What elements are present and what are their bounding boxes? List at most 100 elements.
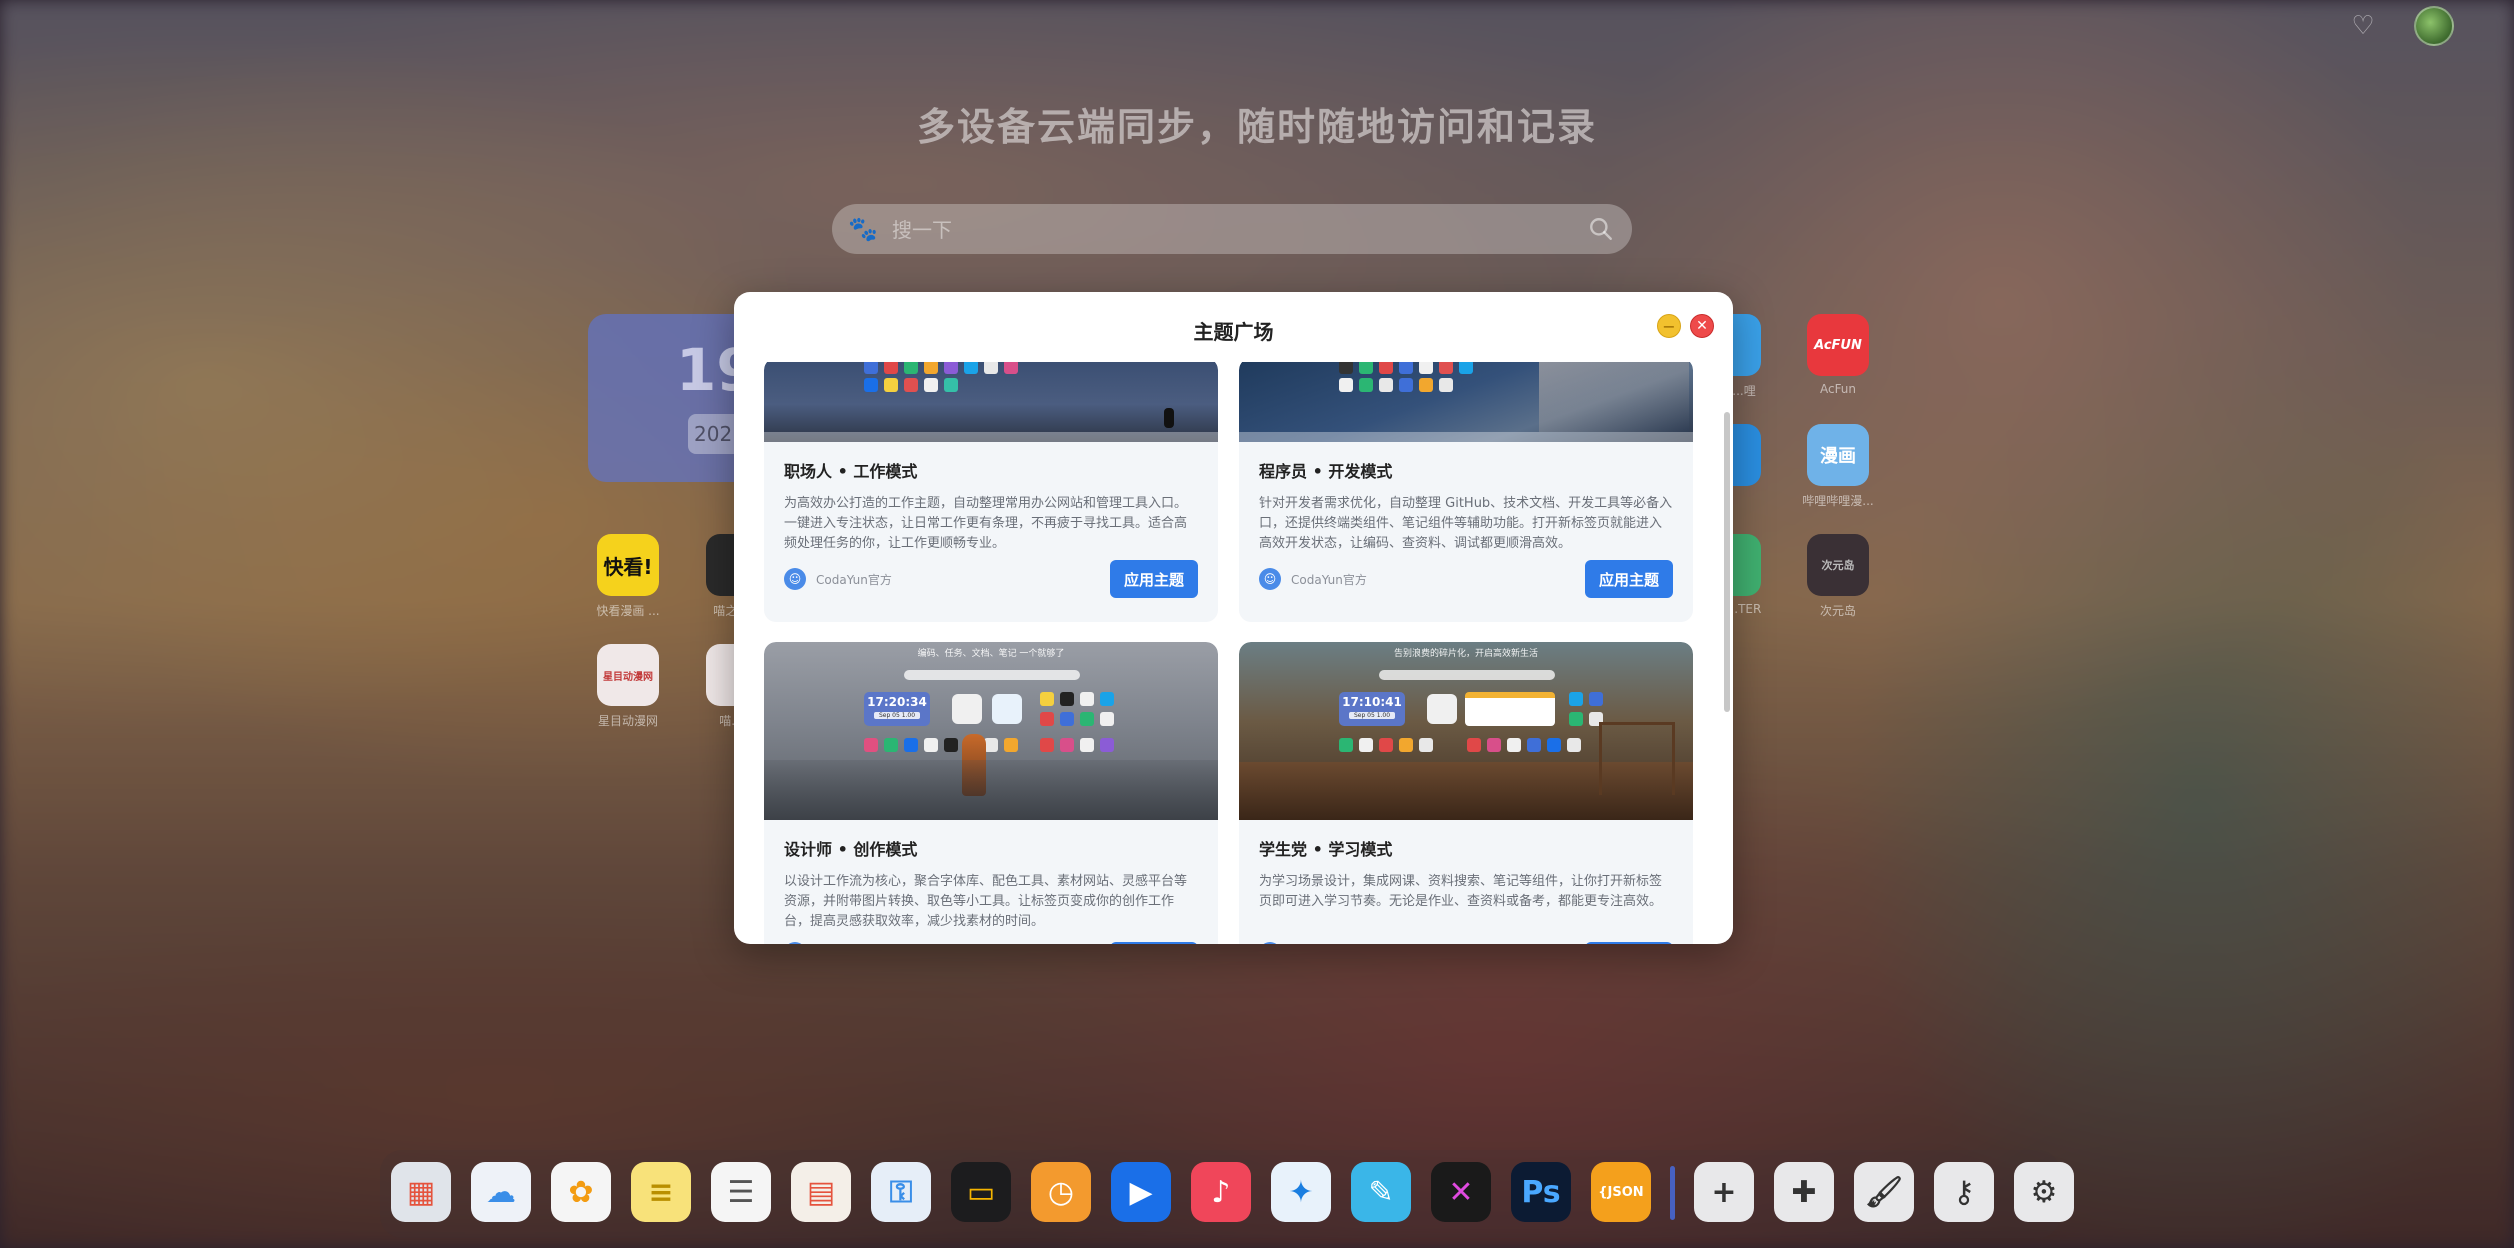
passwords-icon[interactable]: ⚿ xyxy=(871,1162,931,1222)
clock-app-icon[interactable]: ◷ xyxy=(1031,1162,1091,1222)
preview-app-icon xyxy=(1399,738,1413,752)
lock-icon[interactable]: ⚷ xyxy=(1934,1162,1994,1222)
page-headline: 多设备云端同步，随时随地访问和记录 xyxy=(916,105,1597,149)
json-icon[interactable]: {JSON xyxy=(1591,1162,1651,1222)
photos-icon[interactable]: ✿ xyxy=(551,1162,611,1222)
theme-preview-image[interactable] xyxy=(764,362,1218,442)
author-avatar-icon: ☺ xyxy=(784,568,806,590)
app-tile-xingmu[interactable]: 星目动漫网 星目动漫网 xyxy=(596,644,660,729)
preview-app-icon xyxy=(1100,738,1114,752)
preview-app-icon xyxy=(1379,738,1393,752)
preview-app-icon xyxy=(1569,692,1583,706)
plugins-icon[interactable]: ✚ xyxy=(1774,1162,1834,1222)
minus-icon: − xyxy=(1662,316,1676,336)
preview-app-icon xyxy=(864,378,878,392)
apply-theme-button[interactable] xyxy=(1585,942,1673,944)
preview-app-icon xyxy=(1040,692,1054,706)
freeform-icon[interactable]: ✎ xyxy=(1351,1162,1411,1222)
settings-icon[interactable]: ⚙ xyxy=(2014,1162,2074,1222)
app-tile-partial-right[interactable] xyxy=(1732,424,1762,486)
app-icon xyxy=(1733,424,1761,486)
preview-app-icon xyxy=(944,378,958,392)
theme-description: 为学习场景设计，集成网课、资料搜索、笔记等组件，让你打开新标签页即可进入学习节奏… xyxy=(1259,874,1663,909)
apply-theme-button[interactable] xyxy=(1110,942,1198,944)
preview-app-icon xyxy=(1427,694,1457,724)
safari-icon[interactable]: ✦ xyxy=(1271,1162,1331,1222)
preview-chair xyxy=(1599,722,1675,795)
add-icon[interactable]: + xyxy=(1694,1162,1754,1222)
app-tile-partial-right[interactable]: ...TER xyxy=(1727,534,1762,616)
preview-app-icon xyxy=(1339,738,1353,752)
preview-app-icon xyxy=(864,362,878,374)
theme-card-body: 职场人 • 工作模式 为高效办公打造的工作主题，自动整理常用办公网站和管理工具入… xyxy=(764,442,1218,610)
theme-preview-image[interactable]: 编码、任务、文档、笔记 一个就够了 17:20:34 Sep 05 1.00 xyxy=(764,642,1218,820)
preview-app-icon xyxy=(884,738,898,752)
preview-app-icon xyxy=(1080,692,1094,706)
anime-site-icon xyxy=(706,644,736,706)
modal-scrollbar[interactable] xyxy=(1724,412,1730,712)
bilibili-manga-icon: 漫画 xyxy=(1807,424,1869,486)
calendar-icon[interactable]: ▤ xyxy=(791,1162,851,1222)
preview-app-icon xyxy=(924,378,938,392)
app-tile-ciyuandao[interactable]: 次元岛 次元岛 xyxy=(1806,534,1870,619)
preview-app-icon xyxy=(1399,378,1413,392)
preview-app-icon xyxy=(924,362,938,374)
photoshop-icon[interactable]: Ps xyxy=(1511,1162,1571,1222)
preview-app-icon xyxy=(984,738,998,752)
preview-app-icon xyxy=(1339,378,1353,392)
search-icon[interactable] xyxy=(1588,216,1614,242)
preview-clock-time: 17:10:41 xyxy=(1342,695,1402,709)
wallet-icon[interactable]: ▭ xyxy=(951,1162,1011,1222)
devtools-icon[interactable]: ✕ xyxy=(1431,1162,1491,1222)
app-tile-kuaikan[interactable]: 快看! 快看漫画 ... xyxy=(596,534,660,619)
preview-app-icon xyxy=(1589,692,1603,706)
play-icon[interactable]: ▶ xyxy=(1111,1162,1171,1222)
user-avatar[interactable] xyxy=(2414,6,2454,46)
theme-preview-image[interactable]: 告别浪费的碎片化，开启高效新生活 17:10:41 Sep 05 1.00 xyxy=(1239,642,1693,820)
app-tile-label: 哔哩哔哩漫... xyxy=(1802,494,1874,508)
preview-app-icon xyxy=(884,378,898,392)
app-icon xyxy=(1733,314,1761,376)
app-tile-acfun[interactable]: AcFUN AcFun xyxy=(1806,314,1870,396)
close-button[interactable]: ✕ xyxy=(1690,314,1714,338)
theme-card-footer: ☺ CodaYun官方 应用主题 xyxy=(784,554,1198,610)
apply-theme-button[interactable]: 应用主题 xyxy=(1585,560,1673,598)
preview-app-icon xyxy=(964,362,978,374)
preview-app-icon xyxy=(1439,378,1453,392)
kuaikan-icon: 快看! xyxy=(597,534,659,596)
theme-card-dev: 程序员 • 开发模式 针对开发者需求优化，自动整理 GitHub、技术文档、开发… xyxy=(1239,362,1693,622)
search-bar[interactable]: 🐾 xyxy=(832,204,1632,254)
settings-glyph: ⚙ xyxy=(2030,1174,2058,1210)
music-glyph: ♪ xyxy=(1211,1174,1231,1210)
photoshop-glyph: Ps xyxy=(1521,1174,1561,1210)
preview-app-icon xyxy=(1487,738,1501,752)
app-tile-bili-manga[interactable]: 漫画 哔哩哔哩漫... xyxy=(1802,424,1874,509)
favorite-heart-icon[interactable]: ♡ xyxy=(2348,11,2378,41)
app-tile-label: 星目动漫网 xyxy=(597,714,658,728)
search-input[interactable] xyxy=(890,214,1534,246)
music-icon[interactable]: ♪ xyxy=(1191,1162,1251,1222)
brush-icon[interactable]: 🖌 xyxy=(1854,1162,1914,1222)
icloud-icon[interactable]: ☁ xyxy=(471,1162,531,1222)
preview-app-icon xyxy=(1040,738,1054,752)
preview-app-icon xyxy=(1379,378,1393,392)
preview-app-icon xyxy=(1527,738,1541,752)
theme-preview-image[interactable] xyxy=(1239,362,1693,442)
preview-app-icon xyxy=(1547,738,1561,752)
photos-glyph: ✿ xyxy=(568,1174,594,1210)
reminders-icon[interactable]: ☰ xyxy=(711,1162,771,1222)
theme-list[interactable]: 职场人 • 工作模式 为高效办公打造的工作主题，自动整理常用办公网站和管理工具入… xyxy=(764,362,1704,944)
theme-name: 程序员 • 开发模式 xyxy=(1259,462,1393,481)
minimize-button[interactable]: − xyxy=(1657,314,1681,338)
preview-app-icon xyxy=(1004,362,1018,374)
baidu-paw-icon[interactable]: 🐾 xyxy=(848,215,878,243)
app-tile-partial-right[interactable]: ...哩 xyxy=(1732,314,1762,399)
apply-theme-button[interactable]: 应用主题 xyxy=(1110,560,1198,598)
preview-app-icon xyxy=(1080,712,1094,726)
preview-clock-time: 17:20:34 xyxy=(867,695,927,709)
plugins-glyph: ✚ xyxy=(1791,1174,1817,1210)
preview-app-icon xyxy=(984,362,998,374)
launchpad-icon[interactable]: ▦ xyxy=(391,1162,451,1222)
notes-icon[interactable]: ≡ xyxy=(631,1162,691,1222)
add-glyph: + xyxy=(1711,1174,1737,1210)
